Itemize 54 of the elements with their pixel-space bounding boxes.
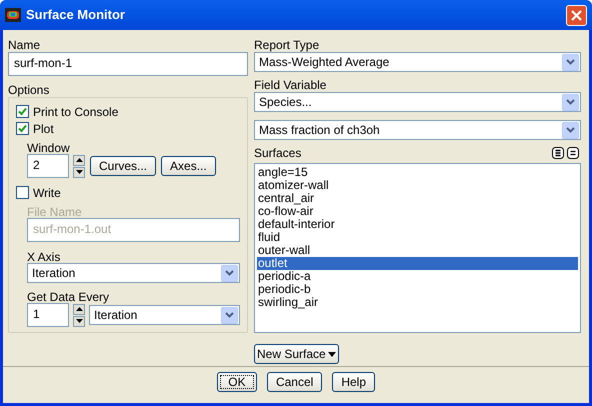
checkbox-label: Plot: [33, 120, 54, 138]
dialog-button[interactable]: Curves...: [90, 156, 156, 176]
list-item[interactable]: fluid: [257, 231, 578, 244]
close-icon: [571, 10, 582, 20]
field-label: Field Variable: [254, 77, 328, 92]
field-label: Report Type: [254, 37, 320, 52]
close-button[interactable]: [566, 4, 587, 26]
dropdown[interactable]: Iteration: [27, 263, 240, 283]
list-item[interactable]: outlet: [257, 257, 578, 270]
dropdown-value: Iteration: [31, 265, 76, 282]
list-item[interactable]: swirling_air: [257, 296, 578, 309]
spinner[interactable]: [73, 154, 85, 178]
checkbox[interactable]: [16, 122, 29, 135]
field-label: Window: [27, 140, 71, 154]
list-item[interactable]: periodic-a: [257, 270, 578, 283]
dropdown[interactable]: Species...: [254, 92, 581, 112]
list-item[interactable]: periodic-b: [257, 283, 578, 296]
dialog-button[interactable]: OK: [216, 372, 257, 392]
window-title: Surface Monitor: [26, 6, 126, 24]
select-all-icon[interactable]: [552, 147, 564, 159]
checkbox-label: Write: [33, 184, 61, 202]
dropdown[interactable]: Mass fraction of ch3oh: [254, 120, 581, 140]
list-item[interactable]: default-interior: [257, 218, 578, 231]
field-label: Surfaces: [254, 145, 302, 162]
checkbox[interactable]: [16, 186, 29, 199]
name-field[interactable]: surf-mon-1: [8, 52, 248, 76]
deselect-all-icon[interactable]: [567, 147, 579, 159]
app-icon: [5, 8, 21, 22]
dropdown[interactable]: Iteration: [89, 305, 240, 325]
list-item[interactable]: angle=15: [257, 166, 578, 179]
field-label: Get Data Every: [27, 289, 110, 303]
dropdown-value: Mass-Weighted Average: [258, 54, 390, 71]
number-field[interactable]: 1: [27, 303, 69, 327]
dropdown-value: Mass fraction of ch3oh: [258, 122, 381, 139]
dropdown[interactable]: Mass-Weighted Average: [254, 52, 581, 72]
checkbox[interactable]: [16, 105, 29, 118]
checkbox-label: Print to Console: [33, 104, 118, 120]
number-field[interactable]: 2: [27, 154, 69, 178]
field-label: File Name: [27, 204, 83, 218]
list-item[interactable]: atomizer-wall: [257, 179, 578, 192]
spinner[interactable]: [73, 304, 85, 326]
group-label: Options: [8, 82, 50, 97]
dropdown-value: Iteration: [93, 307, 138, 324]
dialog-button[interactable]: Help: [332, 372, 376, 392]
caret-icon: [328, 352, 336, 356]
list-item[interactable]: co-flow-air: [257, 205, 578, 218]
new-surface-button[interactable]: New Surface: [254, 344, 339, 364]
dialog-button[interactable]: Cancel: [266, 372, 322, 392]
dialog-button[interactable]: Axes...: [161, 156, 216, 176]
field-label: Name: [8, 37, 42, 52]
dropdown-value: Species...: [258, 94, 313, 111]
list-item[interactable]: outer-wall: [257, 244, 578, 257]
field-label: X Axis: [27, 249, 62, 263]
list-item[interactable]: central_air: [257, 192, 578, 205]
